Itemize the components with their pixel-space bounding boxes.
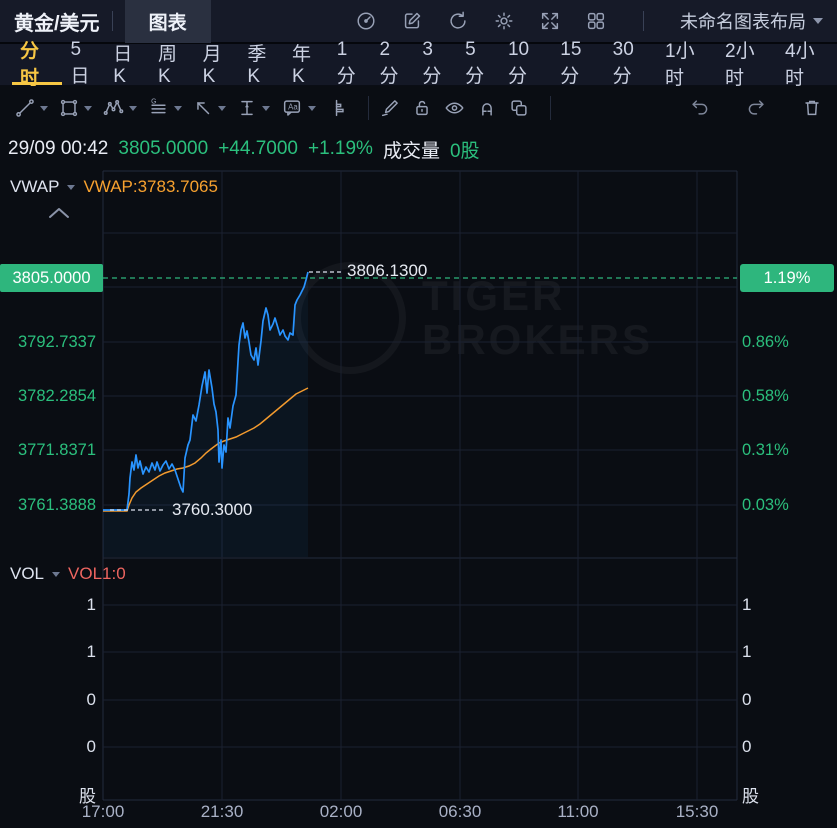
- vol-indicator-value: VOL1:0: [68, 564, 126, 584]
- volume-axis-label: 1: [0, 642, 96, 662]
- pct-axis-label: 0.58%: [742, 386, 834, 406]
- time-axis-label: 11:00: [557, 802, 598, 822]
- price-axis-label: 3761.3888: [0, 495, 96, 515]
- chevron-down-icon: [67, 185, 75, 190]
- volume-axis-label: 1: [742, 642, 802, 662]
- volume-unit-label: 股: [742, 787, 802, 807]
- chevron-down-icon: [52, 572, 60, 577]
- pct-axis-label: 0.86%: [742, 332, 834, 352]
- time-axis-label: 06:30: [439, 802, 482, 822]
- current-price-badge: 3805.0000: [0, 264, 103, 292]
- session-high-label: 3806.1300: [347, 261, 427, 281]
- vwap-indicator-legend[interactable]: VWAP VWAP:3783.7065: [10, 177, 218, 197]
- vwap-indicator-value: VWAP:3783.7065: [83, 177, 218, 197]
- volume-axis-label: 0: [0, 737, 96, 757]
- volume-axis-label: 1: [742, 595, 802, 615]
- chart-plot-area[interactable]: [0, 0, 837, 828]
- price-axis-label: 3771.8371: [0, 440, 96, 460]
- vwap-indicator-name: VWAP: [10, 177, 59, 197]
- vol-indicator-name: VOL: [10, 564, 44, 584]
- volume-axis-label: 0: [742, 737, 802, 757]
- price-axis-label: 3782.2854: [0, 386, 96, 406]
- time-axis-label: 02:00: [320, 802, 363, 822]
- session-low-label: 3760.3000: [172, 500, 252, 520]
- volume-axis-label: 1: [0, 595, 96, 615]
- price-axis-label: 3792.7337: [0, 332, 96, 352]
- volume-axis-label: 0: [742, 690, 802, 710]
- time-axis-label: 21:30: [201, 802, 244, 822]
- time-axis-label: 17:00: [82, 802, 125, 822]
- current-pct-badge: 1.19%: [740, 264, 834, 292]
- time-axis-label: 15:30: [676, 802, 719, 822]
- pct-axis-label: 0.31%: [742, 440, 834, 460]
- pct-axis-label: 0.03%: [742, 495, 834, 515]
- volume-axis-label: 0: [0, 690, 96, 710]
- tiger-trading-chart: 黄金/美元 图表 未命名图表布局: [0, 0, 837, 828]
- collapse-pane-chevron-icon[interactable]: [46, 206, 72, 220]
- vol-indicator-legend[interactable]: VOL VOL1:0: [10, 564, 126, 584]
